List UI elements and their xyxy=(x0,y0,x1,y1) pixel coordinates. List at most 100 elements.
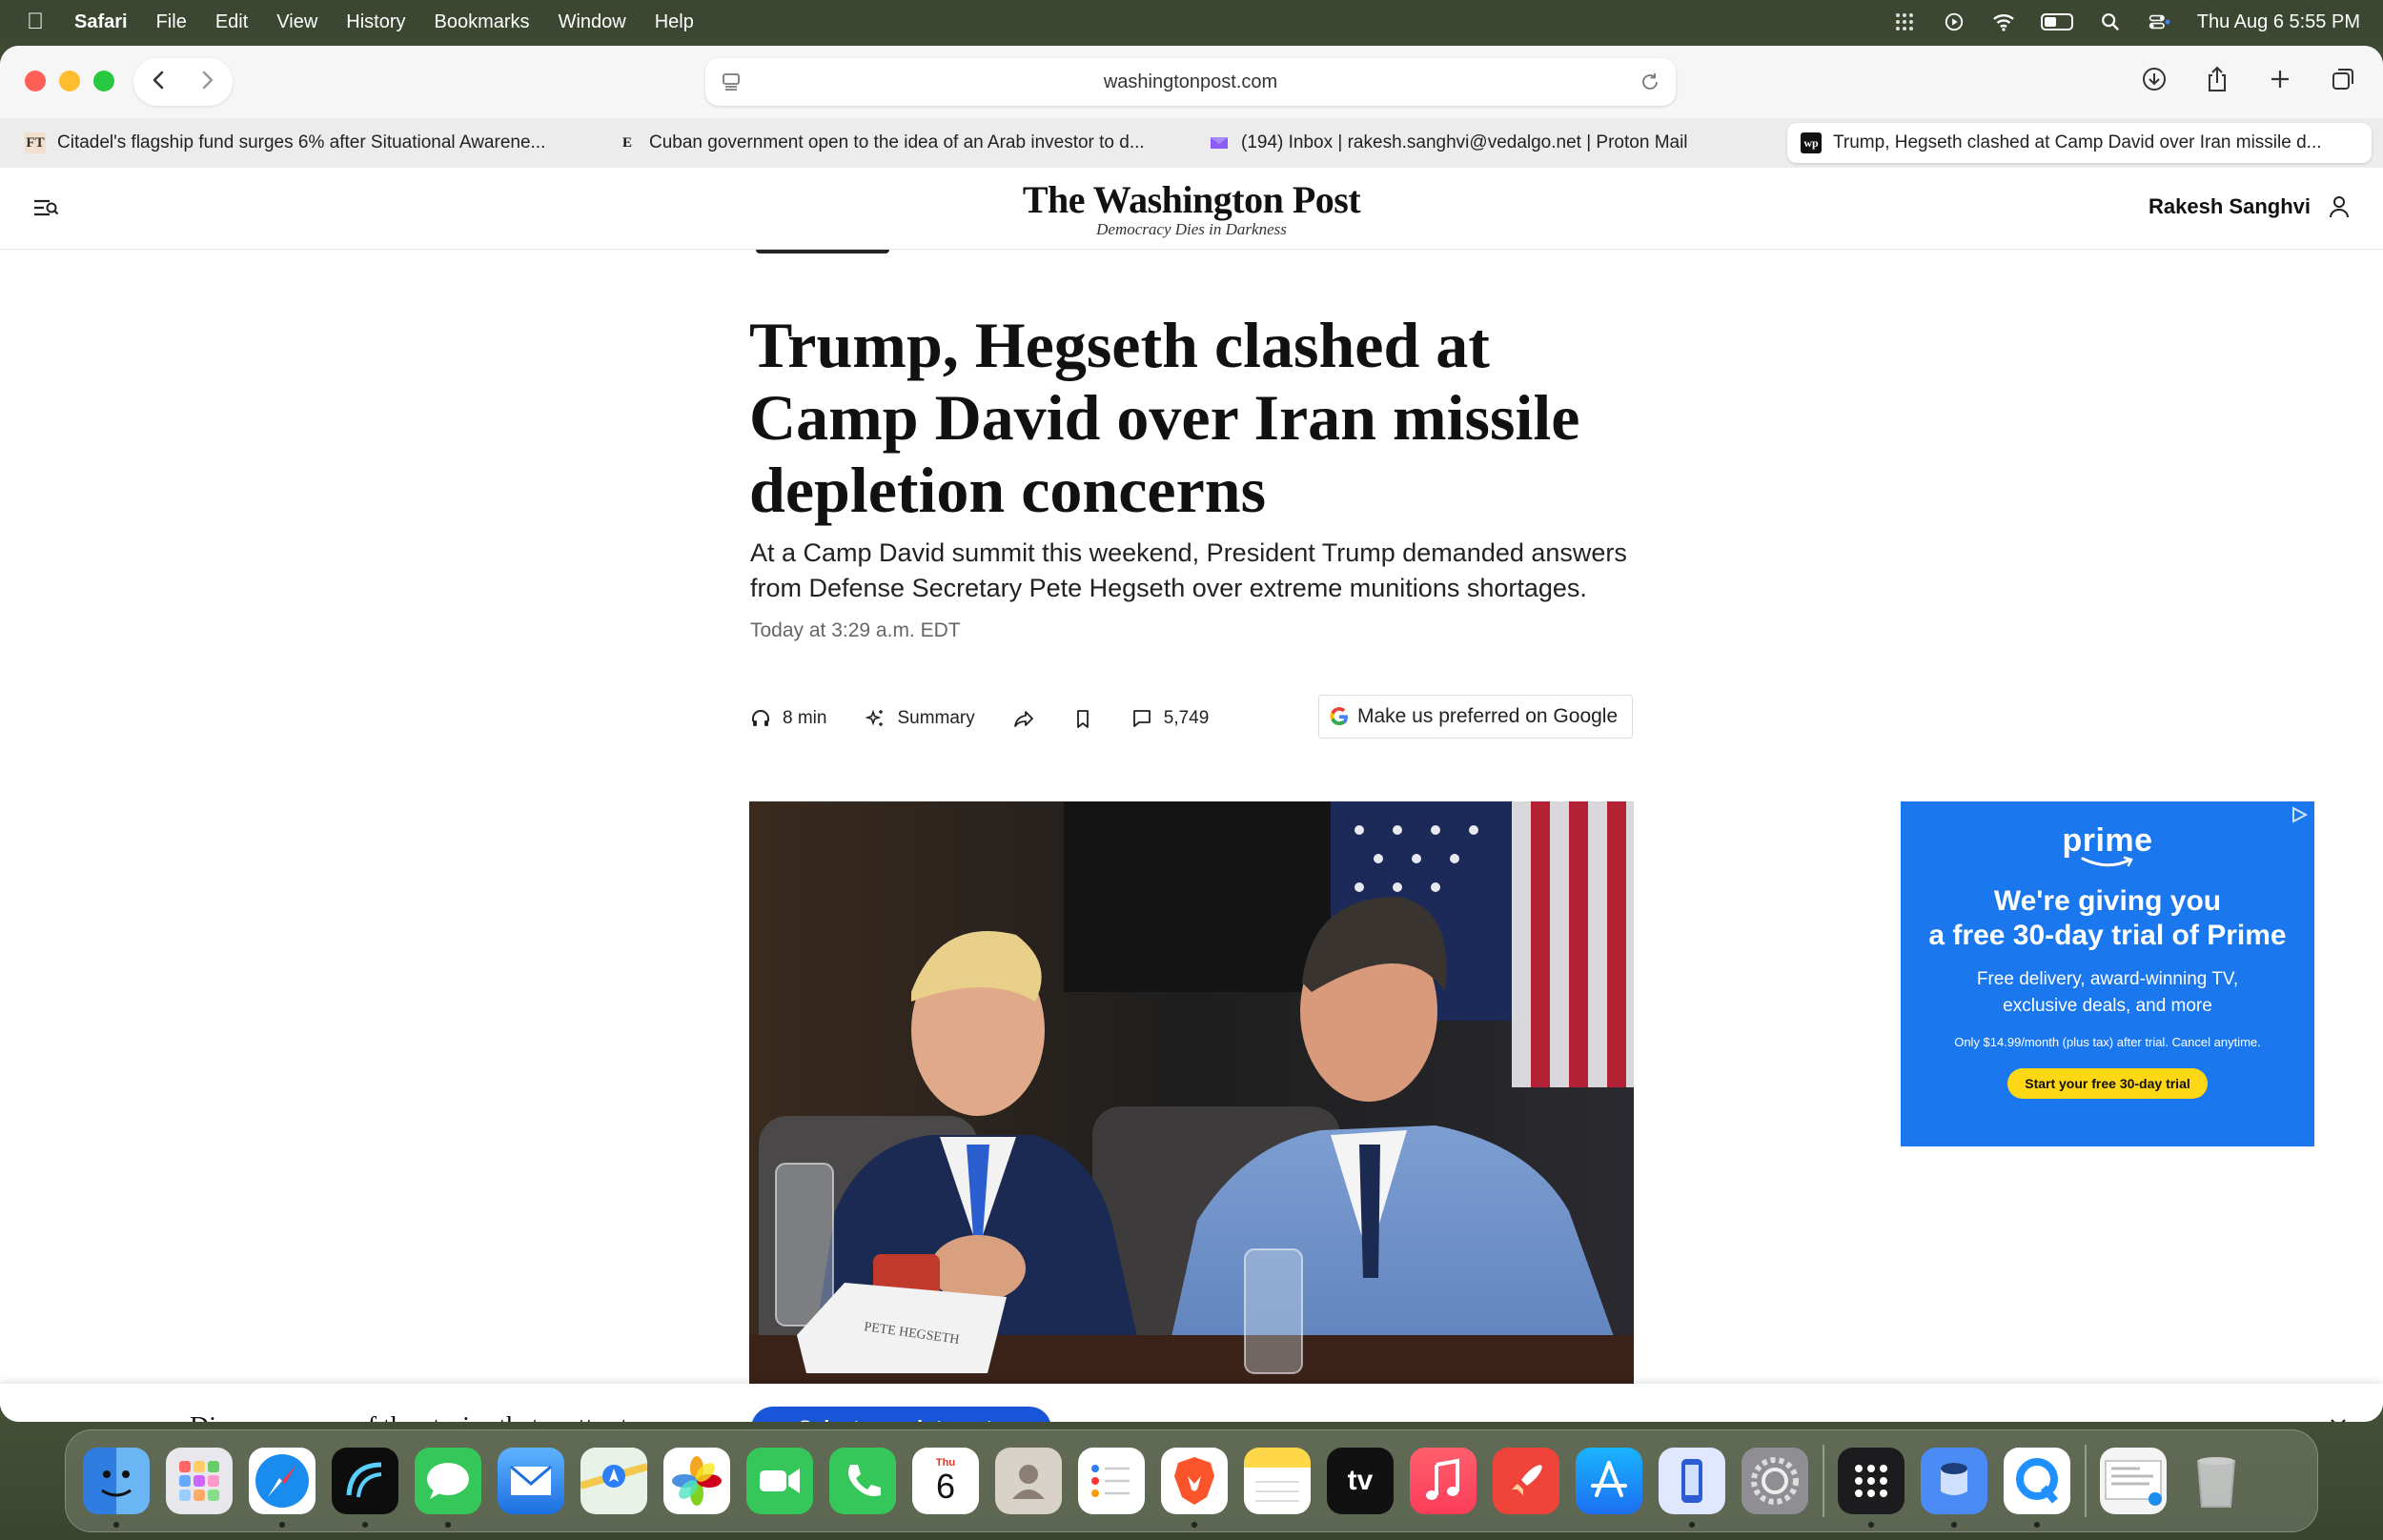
close-window-button[interactable] xyxy=(25,71,46,91)
article-photo[interactable]: PETE HEGSETH xyxy=(749,801,1634,1392)
reminders-icon[interactable] xyxy=(1078,1448,1145,1514)
menu-app-safari[interactable]: Safari xyxy=(74,11,128,33)
q-app-icon[interactable] xyxy=(2004,1448,2070,1528)
ad-subtext-line2: exclusive deals, and more xyxy=(2003,996,2212,1016)
comment-icon xyxy=(1132,710,1151,727)
address-bar[interactable]: washingtonpost.com xyxy=(705,58,1676,106)
contacts-icon[interactable] xyxy=(995,1448,1062,1514)
dock-separator xyxy=(2085,1445,2087,1517)
navigation-buttons xyxy=(133,58,233,106)
share-icon[interactable] xyxy=(2204,65,2230,93)
menu-file[interactable]: File xyxy=(156,11,187,33)
menubar-clock[interactable]: Thu Aug 6 5:55 PM xyxy=(2197,11,2360,33)
database-app-icon[interactable] xyxy=(1921,1448,1987,1528)
zoom-window-button[interactable] xyxy=(93,71,114,91)
trash-icon[interactable] xyxy=(2183,1448,2250,1514)
app-store-icon[interactable] xyxy=(1576,1448,1642,1514)
chevron-left-icon xyxy=(153,71,164,89)
spotlight-search-icon[interactable] xyxy=(2098,11,2123,32)
photos-icon[interactable] xyxy=(663,1448,730,1514)
control-center-icon[interactable] xyxy=(2148,11,2172,32)
wifi-icon[interactable] xyxy=(1991,11,2016,32)
play-circle-icon[interactable] xyxy=(1942,11,1966,32)
prime-advertisement[interactable]: prime We're giving you a free 30-day tri… xyxy=(1901,801,2314,1146)
ad-headline: We're giving you a free 30-day trial of … xyxy=(1901,884,2314,953)
grid-dots-icon[interactable] xyxy=(1892,11,1917,32)
macos-dock: Thu 6 tv xyxy=(65,1429,2318,1532)
menu-help[interactable]: Help xyxy=(655,11,694,33)
back-button[interactable] xyxy=(149,69,168,96)
mail-icon[interactable] xyxy=(498,1448,564,1514)
music-icon[interactable] xyxy=(1410,1448,1477,1514)
summary-button[interactable]: Summary xyxy=(865,708,975,729)
notes-icon[interactable] xyxy=(1244,1448,1311,1514)
ft-favicon-icon: FT xyxy=(25,132,46,153)
apple-tv-icon[interactable]: tv xyxy=(1327,1448,1394,1514)
menu-history[interactable]: History xyxy=(346,11,405,33)
menu-edit[interactable]: Edit xyxy=(215,11,248,33)
app-grid-icon[interactable] xyxy=(1838,1448,1904,1528)
photo-illustration: PETE HEGSETH xyxy=(749,801,1634,1392)
brave-browser-icon[interactable] xyxy=(1161,1448,1228,1528)
ad-subtext: Free delivery, award-winning TV, exclusi… xyxy=(1901,966,2314,1020)
downloads-icon[interactable] xyxy=(2141,65,2168,93)
simulator-icon[interactable] xyxy=(1659,1448,1725,1528)
menu-bookmarks[interactable]: Bookmarks xyxy=(435,11,530,33)
comments-button[interactable]: 5,749 xyxy=(1131,708,1210,729)
window-controls xyxy=(25,71,114,91)
save-article-button[interactable] xyxy=(1072,708,1093,729)
wp-favicon-icon: wp xyxy=(1801,132,1822,153)
user-name: Rakesh Sanghvi xyxy=(2149,194,2311,218)
calendar-icon[interactable]: Thu 6 xyxy=(912,1448,979,1514)
browser-toolbar: washingtonpost.com xyxy=(0,46,2383,118)
tab-title: Trump, Hegseth clashed at Camp David ove… xyxy=(1833,132,2322,152)
reload-icon[interactable] xyxy=(1640,71,1660,92)
toolbar-right-buttons xyxy=(2141,65,2356,93)
page-menu-icon[interactable] xyxy=(721,71,742,92)
close-icon[interactable] xyxy=(2328,1416,2349,1422)
maps-icon[interactable] xyxy=(580,1448,647,1514)
share-article-button[interactable] xyxy=(1013,708,1034,729)
safari-icon[interactable] xyxy=(249,1448,316,1528)
menu-window[interactable]: Window xyxy=(559,11,626,33)
facetime-icon[interactable] xyxy=(746,1448,813,1514)
menu-search-icon[interactable] xyxy=(32,196,59,221)
adchoices-icon[interactable] xyxy=(2290,805,2309,824)
apple-tv-label: tv xyxy=(1347,1465,1374,1496)
preferred-on-google-button[interactable]: Make us preferred on Google xyxy=(1318,695,1633,739)
battery-icon[interactable] xyxy=(2040,13,2073,30)
comment-count: 5,749 xyxy=(1163,708,1210,728)
user-account[interactable]: Rakesh Sanghvi xyxy=(2149,194,2351,219)
summary-label: Summary xyxy=(897,708,975,728)
tab-proton-mail[interactable]: (194) Inbox | rakesh.sanghvi@vedalgo.net… xyxy=(1195,123,1780,163)
bookmark-icon xyxy=(1076,710,1089,728)
tab-washington-post[interactable]: wp Trump, Hegseth clashed at Camp David … xyxy=(1787,123,2372,163)
rocket-app-icon[interactable] xyxy=(1493,1448,1559,1514)
tab-overview-icon[interactable] xyxy=(2330,65,2356,93)
menu-view[interactable]: View xyxy=(276,11,317,33)
launchpad-icon[interactable] xyxy=(166,1448,233,1514)
site-logo[interactable]: The Washington Post Democracy Dies in Da… xyxy=(1001,177,1382,239)
apple-menu-icon[interactable]:  xyxy=(27,9,55,35)
tab-ft-citadel[interactable]: FT Citadel's flagship fund surges 6% aft… xyxy=(11,123,596,163)
new-tab-icon[interactable] xyxy=(2267,65,2293,93)
recent-window-icon[interactable] xyxy=(2100,1448,2167,1514)
url-text[interactable]: washingtonpost.com xyxy=(1104,71,1277,93)
article-dek: At a Camp David summit this weekend, Pre… xyxy=(750,538,1627,602)
minimize-window-button[interactable] xyxy=(59,71,80,91)
system-settings-icon[interactable] xyxy=(1741,1448,1808,1514)
calendar-date: 6 xyxy=(935,1467,956,1506)
select-interests-button[interactable]: Select your interests xyxy=(751,1407,1051,1422)
ad-headline-line2: a free 30-day trial of Prime xyxy=(1928,920,2287,951)
forward-button[interactable] xyxy=(198,69,217,96)
messages-icon[interactable] xyxy=(415,1448,481,1528)
listen-button[interactable]: 8 min xyxy=(750,708,826,729)
menubar-status-area: Thu Aug 6 5:55 PM xyxy=(1892,0,2360,44)
banner-text: Discover more of the stories that matter… xyxy=(190,1412,695,1422)
tab-economist-cuba[interactable]: E Cuban government open to the idea of a… xyxy=(603,123,1188,163)
finder-icon[interactable] xyxy=(83,1448,150,1528)
phone-icon[interactable] xyxy=(829,1448,896,1514)
app-wave-icon[interactable] xyxy=(332,1448,398,1528)
safari-window: washingtonpost.com FT Citadel's flagship… xyxy=(0,46,2383,1422)
ad-trial-button[interactable]: Start your free 30-day trial xyxy=(2007,1068,2208,1099)
